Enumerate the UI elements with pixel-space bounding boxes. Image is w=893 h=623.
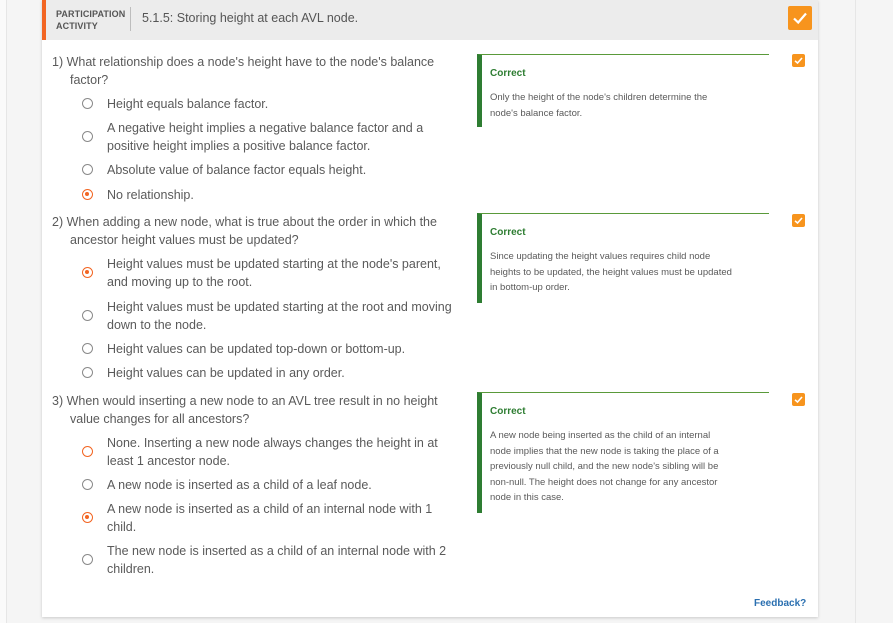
radio-button[interactable]: [82, 98, 93, 109]
radio-button[interactable]: [82, 554, 93, 565]
option-label-line1: Height values must be updated starting a…: [107, 257, 441, 271]
option-label-line2: down to the node.: [107, 318, 207, 332]
option-label-line2: and moving up to the root.: [107, 275, 253, 289]
radio-button[interactable]: [82, 131, 93, 142]
option-label-line1: A new node is inserted as a child of an …: [107, 502, 433, 516]
page-right-scroll-area: [855, 0, 893, 623]
feedback-line: in bottom-up order.: [490, 282, 570, 293]
question-1-title-line2: factor?: [70, 73, 109, 87]
feedback-line: previously null child, and the new node'…: [490, 461, 719, 472]
question-3-check-icon: [792, 393, 805, 406]
option-label: No relationship.: [107, 188, 194, 202]
feedback-link[interactable]: Feedback?: [754, 598, 806, 609]
option-label: A new node is inserted as a child of a l…: [107, 478, 372, 492]
option-label-line1: Height values must be updated starting a…: [107, 300, 452, 314]
question-3-title-line2: value changes for all ancestors?: [70, 412, 250, 426]
radio-button-selected[interactable]: [82, 267, 93, 278]
activity-header: PARTICIPATION ACTIVITY 5.1.5: Storing he…: [42, 0, 818, 40]
question-1-title: 1) What relationship does a node's heigh…: [52, 53, 434, 89]
feedback-line: Since updating the height values require…: [490, 251, 711, 262]
question-2-title-line1: 2) When adding a new node, what is true …: [52, 215, 437, 229]
option-label: Height values must be updated starting a…: [107, 255, 462, 291]
feedback-status: Correct: [490, 227, 526, 238]
feedback-line: heights to be updated, the height values…: [490, 266, 732, 278]
option-label: Height values must be updated starting a…: [107, 298, 462, 334]
feedback-line: A new node being inserted as the child o…: [490, 430, 711, 441]
header-divider: [130, 7, 131, 31]
feedback-line: Only the height of the node's children d…: [490, 92, 708, 103]
radio-button-incorrect[interactable]: [82, 446, 93, 457]
option-label: A new node is inserted as a child of an …: [107, 500, 462, 536]
question-2-title-line2: ancestor height values must be updated?: [70, 233, 299, 247]
option-label-line2: child.: [107, 520, 137, 534]
feedback-text: Only the height of the node's children d…: [490, 90, 772, 121]
radio-button[interactable]: [82, 367, 93, 378]
radio-button[interactable]: [82, 343, 93, 354]
feedback-text: A new node being inserted as the child o…: [490, 428, 772, 506]
feedback-status: Correct: [490, 406, 526, 417]
question-2-check-icon: [792, 214, 805, 227]
question-2-title: 2) When adding a new node, what is true …: [52, 213, 437, 249]
question-3-title: 3) When would inserting a new node to an…: [52, 392, 438, 428]
activity-type-label: PARTICIPATION ACTIVITY: [56, 8, 125, 32]
option-label: A negative height implies a negative bal…: [107, 119, 462, 155]
option-label: Absolute value of balance factor equals …: [107, 163, 367, 177]
feedback-line: node in this case.: [490, 492, 564, 503]
completion-check-icon: [788, 6, 812, 30]
feedback-status: Correct: [490, 68, 526, 79]
activity-title: 5.1.5: Storing height at each AVL node.: [142, 11, 359, 25]
radio-button[interactable]: [82, 164, 93, 175]
option-label-line2: least 1 ancestor node.: [107, 454, 230, 468]
option-label: Height values can be updated in any orde…: [107, 366, 345, 380]
question-1-feedback: Correct Only the height of the node's ch…: [477, 54, 769, 127]
option-label-line1: A negative height implies a negative bal…: [107, 121, 424, 135]
radio-button[interactable]: [82, 310, 93, 321]
question-1-title-line1: 1) What relationship does a node's heigh…: [52, 55, 435, 69]
question-3-title-line1: 3) When would inserting a new node to an…: [52, 394, 438, 408]
activity-type-line2: ACTIVITY: [56, 21, 98, 31]
feedback-line: node implies that the new node is taking…: [490, 445, 719, 457]
option-label: Height values can be updated top-down or…: [107, 342, 406, 356]
radio-button-selected[interactable]: [82, 512, 93, 523]
question-1-check-icon: [792, 54, 805, 67]
option-label: Height equals balance factor.: [107, 97, 269, 111]
question-2-feedback: Correct Since updating the height values…: [477, 213, 769, 303]
question-3-feedback: Correct A new node being inserted as the…: [477, 392, 769, 513]
option-label: None. Inserting a new node always change…: [107, 434, 462, 470]
option-label-line2: children.: [107, 562, 155, 576]
option-label-line1: None. Inserting a new node always change…: [107, 436, 438, 450]
option-label-line2: positive height implies a positive balan…: [107, 139, 371, 153]
option-label: The new node is inserted as a child of a…: [107, 542, 462, 578]
activity-type-line1: PARTICIPATION: [56, 9, 126, 19]
feedback-text: Since updating the height values require…: [490, 249, 772, 296]
radio-button[interactable]: [82, 479, 93, 490]
participation-activity-card: PARTICIPATION ACTIVITY 5.1.5: Storing he…: [42, 0, 818, 617]
page-left-margin: [0, 0, 7, 623]
radio-button-selected[interactable]: [82, 189, 93, 200]
option-label-line1: The new node is inserted as a child of a…: [107, 544, 447, 558]
feedback-line: non-null. The height does not change for…: [490, 476, 718, 488]
feedback-line: node's balance factor.: [490, 107, 583, 119]
